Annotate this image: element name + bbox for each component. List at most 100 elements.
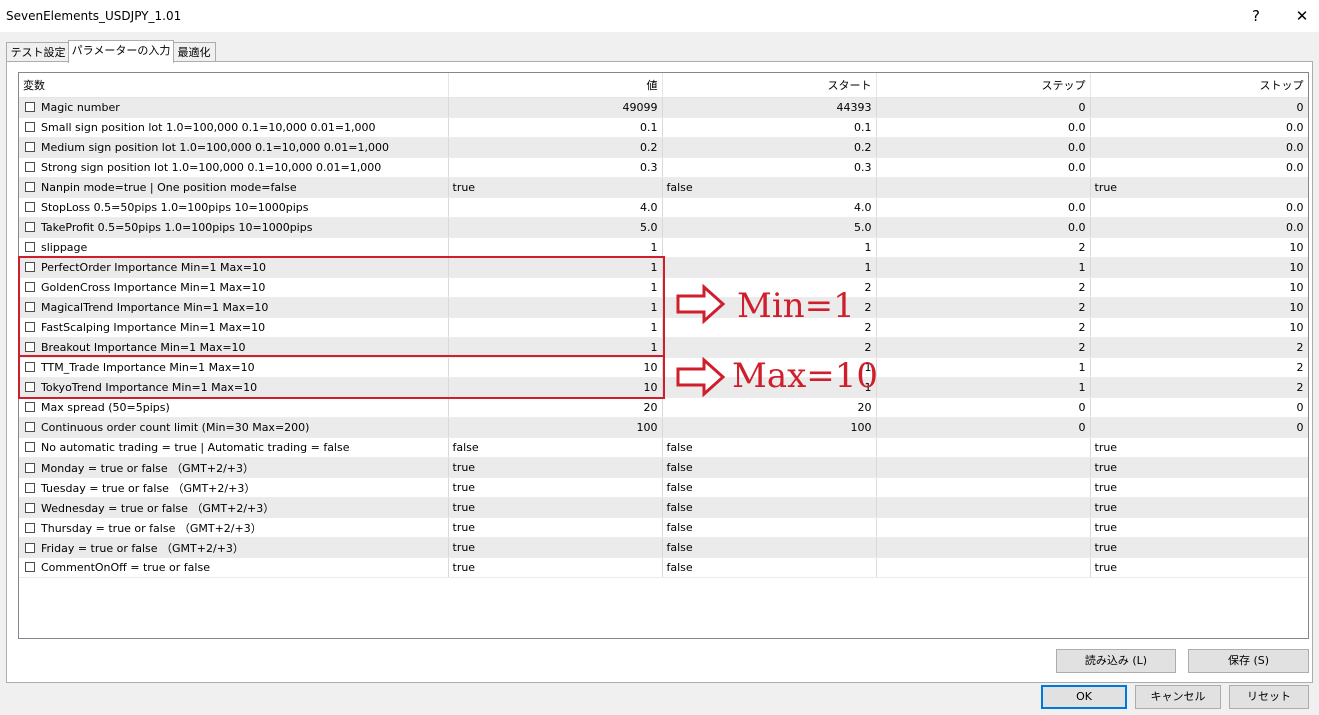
table-row[interactable]: Continuous order count limit (Min=30 Max…: [19, 417, 1308, 438]
checkbox[interactable]: [25, 522, 35, 533]
value-cell[interactable]: true: [448, 477, 663, 498]
step-cell[interactable]: [876, 477, 1091, 498]
step-cell[interactable]: [876, 497, 1091, 518]
table-row[interactable]: Small sign position lot 1.0=100,000 0.1=…: [19, 117, 1308, 138]
column-header-stop[interactable]: ストップ: [1090, 73, 1308, 98]
value-cell[interactable]: true: [448, 517, 663, 538]
table-row[interactable]: Breakout Importance Min=1 Max=10 1 2 2 2: [19, 337, 1308, 358]
reset-button[interactable]: リセット: [1229, 685, 1309, 709]
stop-cell[interactable]: 10: [1090, 317, 1308, 338]
stop-cell[interactable]: 10: [1090, 297, 1308, 318]
table-row[interactable]: FastScalping Importance Min=1 Max=10 1 2 2 1…: [19, 317, 1308, 338]
step-cell[interactable]: 1: [876, 357, 1091, 378]
step-cell[interactable]: [876, 177, 1091, 198]
step-cell[interactable]: 2: [876, 317, 1091, 338]
ok-button[interactable]: OK: [1041, 685, 1127, 709]
help-button[interactable]: ?: [1241, 5, 1271, 27]
table-row[interactable]: TokyoTrend Importance Min=1 Max=10 10 1 1 2: [19, 377, 1308, 398]
start-cell[interactable]: false: [662, 437, 877, 458]
value-cell[interactable]: false: [448, 437, 663, 458]
table-row[interactable]: TakeProfit 0.5=50pips 1.0=100pips 10=100…: [19, 217, 1308, 238]
step-cell[interactable]: 0.0: [876, 137, 1091, 158]
checkbox[interactable]: [25, 242, 35, 252]
value-cell[interactable]: 0.2: [448, 137, 663, 158]
step-cell[interactable]: [876, 437, 1091, 458]
stop-cell[interactable]: true: [1090, 537, 1308, 558]
step-cell[interactable]: 2: [876, 297, 1091, 318]
stop-cell[interactable]: 2: [1090, 337, 1308, 358]
checkbox[interactable]: [25, 122, 35, 132]
checkbox[interactable]: [25, 302, 35, 312]
step-cell[interactable]: 0: [876, 397, 1091, 418]
tab-test-settings[interactable]: テスト設定: [6, 42, 70, 62]
step-cell[interactable]: 0.0: [876, 197, 1091, 218]
start-cell[interactable]: false: [662, 517, 877, 538]
stop-cell[interactable]: 0: [1090, 417, 1308, 438]
value-cell[interactable]: true: [448, 457, 663, 478]
checkbox[interactable]: [25, 482, 35, 493]
value-cell[interactable]: 1: [448, 297, 663, 318]
stop-cell[interactable]: 2: [1090, 357, 1308, 378]
stop-cell[interactable]: true: [1090, 437, 1308, 458]
step-cell[interactable]: 0: [876, 97, 1091, 118]
checkbox[interactable]: [25, 362, 35, 372]
start-cell[interactable]: 1: [662, 237, 877, 258]
stop-cell[interactable]: 0.0: [1090, 117, 1308, 138]
table-row[interactable]: Nanpin mode=true | One position mode=fal…: [19, 177, 1308, 198]
start-cell[interactable]: 5.0: [662, 217, 877, 238]
stop-cell[interactable]: true: [1090, 457, 1308, 478]
table-row[interactable]: Friday = true or false （GMT+2/+3） true fal…: [19, 537, 1308, 558]
checkbox[interactable]: [25, 562, 35, 572]
column-header-value[interactable]: 値: [448, 73, 663, 98]
value-cell[interactable]: 1: [448, 317, 663, 338]
checkbox[interactable]: [25, 202, 35, 212]
start-cell[interactable]: 2: [662, 337, 877, 358]
stop-cell[interactable]: true: [1090, 557, 1308, 578]
tab-optimization[interactable]: 最適化: [172, 42, 216, 62]
step-cell[interactable]: 0.0: [876, 117, 1091, 138]
step-cell[interactable]: [876, 517, 1091, 538]
start-cell[interactable]: 4.0: [662, 197, 877, 218]
checkbox[interactable]: [25, 342, 35, 352]
checkbox[interactable]: [25, 102, 35, 112]
step-cell[interactable]: 2: [876, 277, 1091, 298]
table-row[interactable]: GoldenCross Importance Min=1 Max=10 1 2 2 10: [19, 277, 1308, 298]
table-row[interactable]: CommentOnOff = true or false true false tru…: [19, 557, 1308, 578]
value-cell[interactable]: 100: [448, 417, 663, 438]
table-row[interactable]: Tuesday = true or false （GMT+2/+3） true fa…: [19, 477, 1308, 498]
checkbox[interactable]: [25, 322, 35, 332]
checkbox[interactable]: [25, 502, 35, 513]
step-cell[interactable]: 0.0: [876, 217, 1091, 238]
cancel-button[interactable]: キャンセル: [1135, 685, 1221, 709]
start-cell[interactable]: false: [662, 557, 877, 578]
value-cell[interactable]: true: [448, 497, 663, 518]
value-cell[interactable]: 1: [448, 337, 663, 358]
column-header-step[interactable]: ステップ: [876, 73, 1091, 98]
value-cell[interactable]: 5.0: [448, 217, 663, 238]
checkbox[interactable]: [25, 422, 35, 432]
table-row[interactable]: Monday = true or false （GMT+2/+3） true fal…: [19, 457, 1308, 478]
tab-parameter-input[interactable]: パラメーターの入力: [68, 40, 174, 63]
start-cell[interactable]: 0.2: [662, 137, 877, 158]
save-button[interactable]: 保存 (S): [1188, 649, 1309, 673]
table-row[interactable]: PerfectOrder Importance Min=1 Max=10 1 1 1 1…: [19, 257, 1308, 278]
stop-cell[interactable]: 0.0: [1090, 217, 1308, 238]
step-cell[interactable]: [876, 537, 1091, 558]
stop-cell[interactable]: 2: [1090, 377, 1308, 398]
table-row[interactable]: Strong sign position lot 1.0=100,000 0.1…: [19, 157, 1308, 178]
checkbox[interactable]: [25, 282, 35, 292]
column-header-variable[interactable]: 変数: [19, 73, 449, 98]
stop-cell[interactable]: 0: [1090, 397, 1308, 418]
stop-cell[interactable]: true: [1090, 477, 1308, 498]
close-button[interactable]: ✕: [1287, 5, 1317, 27]
table-row[interactable]: TTM_Trade Importance Min=1 Max=10 10 1 1 2: [19, 357, 1308, 378]
value-cell[interactable]: true: [448, 557, 663, 578]
checkbox[interactable]: [25, 142, 35, 152]
start-cell[interactable]: 0.1: [662, 117, 877, 138]
start-cell[interactable]: 1: [662, 257, 877, 278]
start-cell[interactable]: false: [662, 497, 877, 518]
stop-cell[interactable]: 10: [1090, 237, 1308, 258]
start-cell[interactable]: false: [662, 537, 877, 558]
stop-cell[interactable]: 0.0: [1090, 197, 1308, 218]
step-cell[interactable]: 1: [876, 377, 1091, 398]
